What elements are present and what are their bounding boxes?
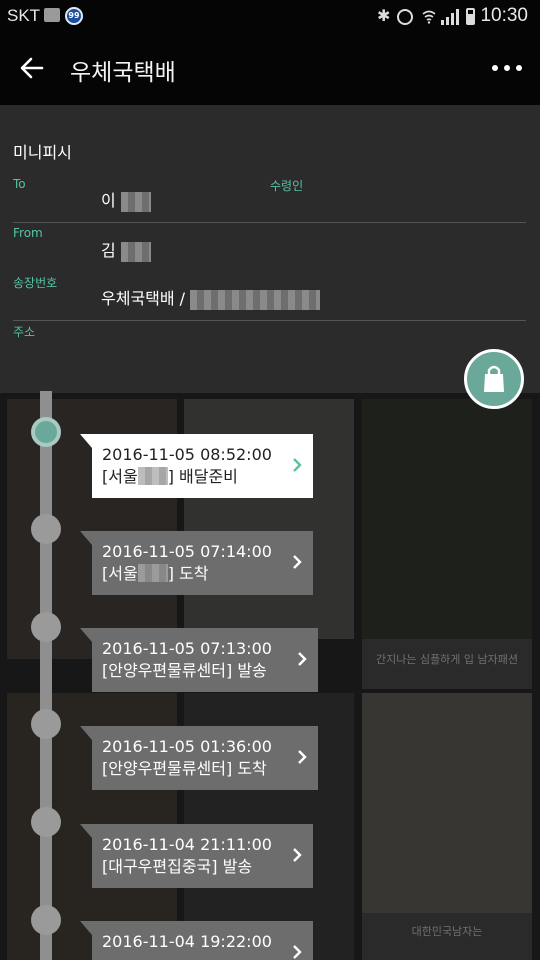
- event-status-text: ] 도착: [167, 564, 209, 583]
- event-datetime: 2016-11-05 08:52:00: [102, 445, 272, 464]
- carrier-label: SKT: [7, 6, 41, 25]
- invoice-value-text: 우체국택배 /: [101, 289, 186, 308]
- shopping-bag-button[interactable]: [464, 349, 524, 409]
- to-label: To: [13, 177, 26, 191]
- recipient-label: 수령인: [270, 179, 304, 193]
- masked-location: [137, 467, 168, 485]
- divider: [13, 320, 526, 321]
- dot-icon: [492, 65, 498, 71]
- chevron-right-icon: [298, 750, 307, 764]
- timeline-line: [40, 391, 52, 960]
- timeline-node: [31, 905, 61, 935]
- back-arrow-icon[interactable]: [14, 50, 50, 86]
- battery-icon: [466, 8, 475, 25]
- shopping-bag-icon: [484, 365, 504, 392]
- event-location-text: [서울: [102, 564, 138, 583]
- event-location: [서울 ] 배달준비: [102, 466, 313, 488]
- event-location: [안양우편물류센터] 발송: [102, 661, 267, 680]
- to-value-text: 이: [101, 191, 116, 210]
- chevron-right-icon: [298, 652, 307, 666]
- event-location: [서울 ] 도착: [102, 563, 313, 585]
- event-datetime: 2016-11-05 07:14:00: [102, 542, 272, 561]
- from-value: 김: [101, 237, 151, 262]
- tracking-event-card[interactable]: 2016-11-05 08:52:00 [서울 ] 배달준비: [80, 434, 313, 498]
- dot-icon: [516, 65, 522, 71]
- event-location: [안양우편물류센터] 도착: [102, 759, 267, 778]
- timeline-node: [31, 612, 61, 642]
- to-value: 이: [101, 187, 151, 212]
- app-bar: 우체국택배: [0, 33, 540, 105]
- event-datetime: 2016-11-04 19:22:00: [102, 932, 272, 951]
- tracking-event-card[interactable]: 2016-11-04 21:11:00 [대구우편집중국] 발송: [80, 824, 313, 888]
- address-label: 주소: [13, 325, 36, 339]
- from-label: From: [13, 226, 43, 240]
- invoice-label: 송장번호: [13, 276, 58, 290]
- event-datetime: 2016-11-04 21:11:00: [102, 835, 272, 854]
- clock: 10:30: [480, 5, 528, 26]
- chevron-right-icon: [293, 848, 302, 862]
- alarm-icon: [397, 9, 413, 25]
- delivery-info-panel: 미니피시 To 이 수령인 From 김 송장번호 우체국택배 / 주소: [0, 105, 540, 393]
- event-status-text: ] 배달준비: [167, 467, 238, 486]
- masked-name: [120, 241, 151, 262]
- tracking-event-card[interactable]: 2016-11-04 19:22:00: [80, 921, 313, 960]
- tracking-event-card[interactable]: 2016-11-05 07:13:00 [안양우편물류센터] 발송: [80, 628, 318, 692]
- chevron-right-icon: [293, 555, 302, 569]
- status-bar: SKT 99 ✱ 10:30: [0, 0, 540, 33]
- masked-invoice-number: [190, 289, 321, 310]
- dot-icon: [504, 65, 510, 71]
- tracking-event-card[interactable]: 2016-11-05 01:36:00 [안양우편물류센터] 도착: [80, 726, 318, 790]
- wifi-icon: [422, 10, 436, 24]
- tracking-event-card[interactable]: 2016-11-05 07:14:00 [서울 ] 도착: [80, 531, 313, 595]
- masked-name: [120, 191, 151, 212]
- timeline-node: [31, 709, 61, 739]
- signal-icon: [441, 9, 459, 25]
- bluetooth-icon: ✱: [377, 6, 391, 25]
- masked-location: [137, 564, 168, 582]
- notification-badge-icon: 99: [65, 7, 83, 25]
- event-datetime: 2016-11-05 01:36:00: [102, 737, 272, 756]
- event-location-text: [서울: [102, 467, 138, 486]
- page-title: 우체국택배: [70, 60, 176, 86]
- item-name: 미니피시: [13, 143, 72, 162]
- event-location: [대구우편집중국] 발송: [102, 857, 253, 876]
- chevron-right-icon: [293, 945, 302, 959]
- more-options-button[interactable]: [492, 61, 522, 75]
- timeline-node-active: [31, 417, 61, 447]
- timeline-node: [31, 514, 61, 544]
- invoice-value: 우체국택배 /: [101, 285, 321, 310]
- event-datetime: 2016-11-05 07:13:00: [102, 639, 272, 658]
- timeline-node: [31, 807, 61, 837]
- from-value-text: 김: [101, 241, 116, 260]
- divider: [13, 222, 526, 223]
- chevron-right-icon: [293, 458, 302, 472]
- message-icon: [44, 8, 60, 22]
